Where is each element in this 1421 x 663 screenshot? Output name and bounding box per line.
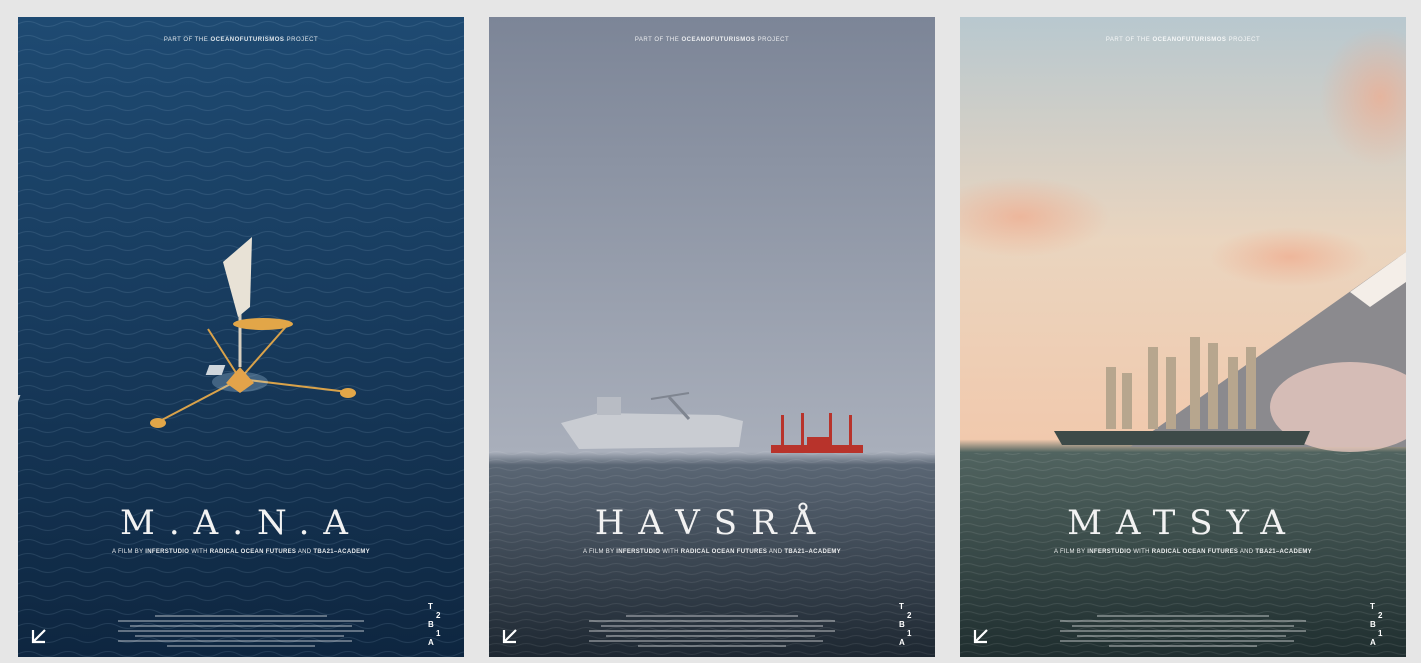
poster-mana[interactable]: PART OF THE OCEANOFUTURISMOS PROJECT M.A…: [18, 17, 464, 657]
film-credit-line: A FILM BY INFERSTUDIO WITH RADICAL OCEAN…: [1054, 549, 1312, 555]
tba21-logo: T 2 B 1 A: [899, 602, 912, 647]
credits-block: [589, 615, 835, 650]
film-title: HAVSRÅ: [594, 503, 830, 543]
film-title: MATSYA: [1067, 503, 1299, 543]
tba21-logo: T 2 B 1 A: [428, 602, 441, 647]
arrow-logo-icon: [502, 629, 517, 644]
mana-artwork: [18, 17, 464, 657]
project-header: PART OF THE OCEANOFUTURISMOS PROJECT: [634, 37, 790, 43]
tba21-logo: T 2 B 1 A: [1370, 602, 1383, 647]
arrow-logo-icon: [31, 629, 46, 644]
matsya-artwork: [960, 17, 1406, 657]
project-header: PART OF THE OCEANOFUTURISMOS PROJECT: [163, 37, 319, 43]
havsra-artwork: [489, 17, 935, 657]
poster-matsya[interactable]: PART OF THE OCEANOFUTURISMOS PROJECT MAT…: [960, 17, 1406, 657]
film-credit-line: A FILM BY INFERSTUDIO WITH RADICAL OCEAN…: [583, 549, 841, 555]
project-header: PART OF THE OCEANOFUTURISMOS PROJECT: [1105, 37, 1261, 43]
film-credit-line: A FILM BY INFERSTUDIO WITH RADICAL OCEAN…: [112, 549, 370, 555]
credits-block: [118, 615, 364, 650]
poster-havsra[interactable]: PART OF THE OCEANOFUTURISMOS PROJECT HAV…: [489, 17, 935, 657]
film-title: M.A.N.A: [120, 503, 362, 543]
arrow-logo-icon: [973, 629, 988, 644]
credits-block: [1060, 615, 1306, 650]
